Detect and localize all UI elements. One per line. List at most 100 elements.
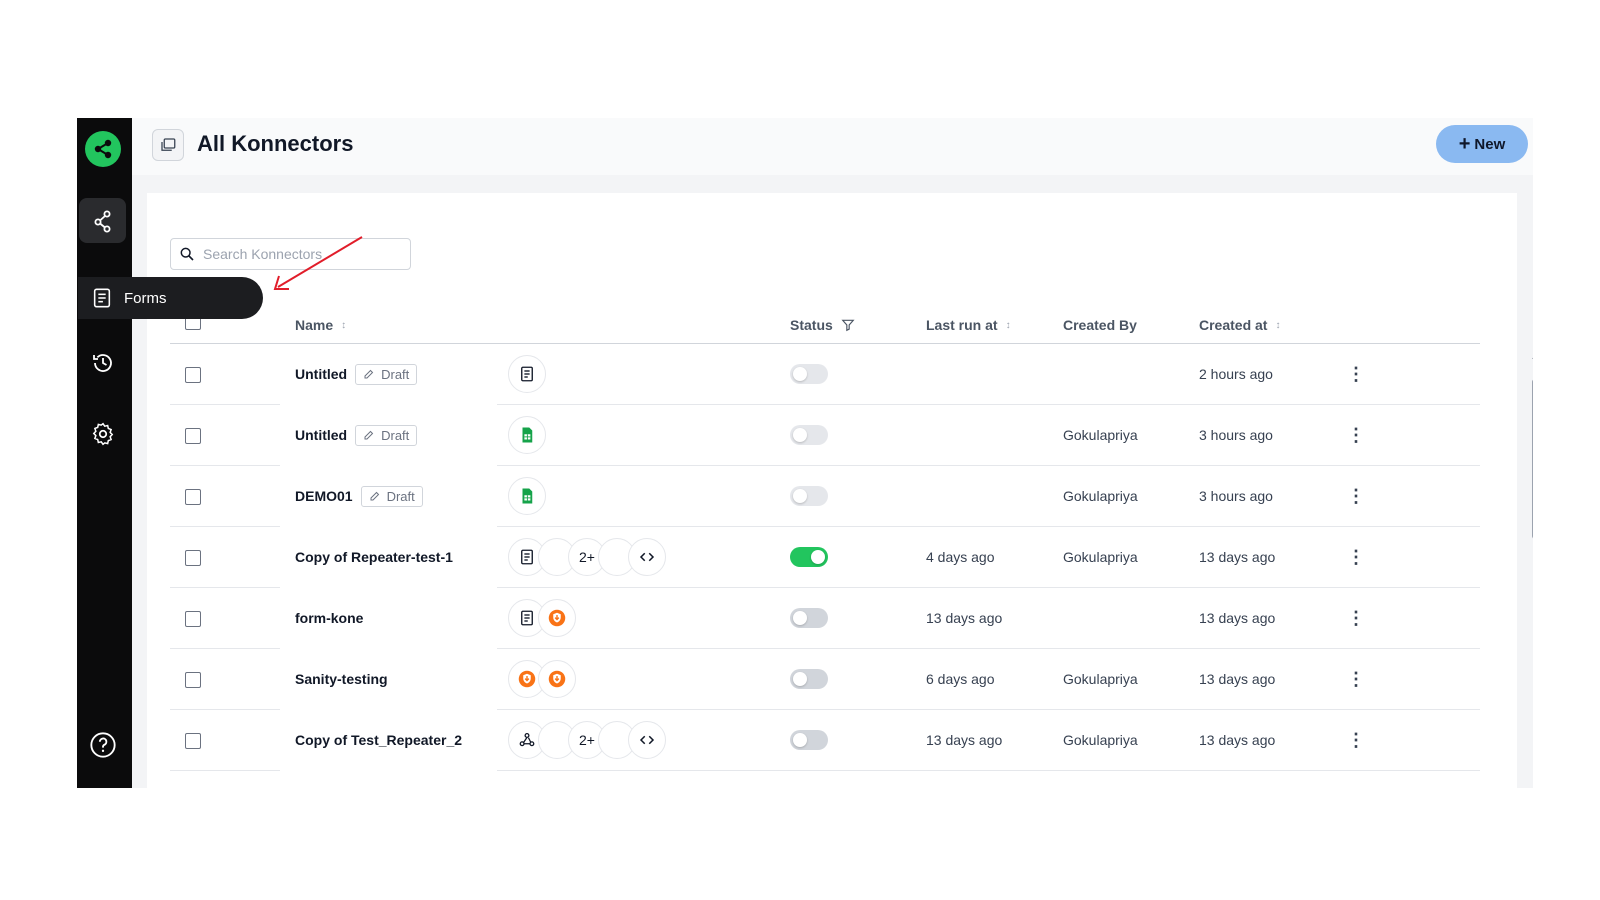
new-button[interactable]: + New bbox=[1436, 125, 1528, 163]
status-toggle[interactable] bbox=[790, 425, 828, 445]
draft-badge[interactable]: Draft bbox=[355, 363, 418, 385]
status-cell bbox=[790, 649, 828, 709]
row-checkbox[interactable] bbox=[185, 672, 201, 688]
status-toggle[interactable] bbox=[790, 364, 828, 384]
edit-icon bbox=[364, 369, 374, 379]
history-icon bbox=[92, 353, 112, 372]
table-row[interactable]: Copy of Test_Repeater_2 2+ 13 days ago G… bbox=[170, 710, 1480, 771]
edit-icon bbox=[370, 491, 379, 501]
konnector-name: DEMO01 bbox=[295, 488, 353, 504]
toggle-knob bbox=[793, 428, 807, 442]
draft-badge[interactable]: Draft bbox=[355, 424, 418, 446]
folder-toggle-button[interactable] bbox=[152, 129, 184, 161]
row-menu-icon[interactable]: ⋮ bbox=[1347, 588, 1365, 648]
column-last-run-label: Last run at bbox=[926, 317, 998, 333]
search-icon bbox=[180, 247, 194, 261]
search-box bbox=[170, 238, 411, 270]
app-icons-cell bbox=[508, 466, 546, 526]
status-toggle[interactable] bbox=[790, 608, 828, 628]
column-last-run[interactable]: Last run at ↕ bbox=[926, 317, 1011, 333]
code-icon bbox=[639, 735, 655, 745]
nav-forms-tooltip[interactable]: Forms bbox=[78, 277, 263, 319]
konnector-name: Copy of Repeater-test-1 bbox=[295, 549, 453, 565]
vertical-scrollbar[interactable]: ▲ ▼ bbox=[1530, 351, 1533, 788]
app-icon bbox=[508, 355, 546, 393]
status-toggle[interactable] bbox=[790, 669, 828, 689]
nav-konnectors[interactable] bbox=[79, 198, 126, 243]
toggle-knob bbox=[793, 672, 807, 686]
form-doc-icon bbox=[521, 610, 533, 626]
konnector-name-cell[interactable]: form-kone bbox=[295, 588, 363, 648]
main-content: Name ↕ Status Last run at ↕ Created By C… bbox=[147, 193, 1533, 788]
nav-settings[interactable] bbox=[79, 411, 126, 456]
created-by-cell: Gokulapriya bbox=[1063, 732, 1138, 748]
row-menu-icon[interactable]: ⋮ bbox=[1347, 710, 1365, 770]
row-menu-icon[interactable]: ⋮ bbox=[1347, 344, 1365, 404]
last-run-cell: 4 days ago bbox=[926, 549, 995, 565]
help-icon bbox=[89, 731, 116, 758]
sidebar bbox=[77, 118, 132, 788]
row-menu-icon[interactable]: ⋮ bbox=[1347, 527, 1365, 587]
created-at-cell: 13 days ago bbox=[1199, 732, 1276, 748]
app-window: Forms All Konnectors + New G bbox=[77, 118, 1533, 788]
column-created-at[interactable]: Created at ↕ bbox=[1199, 317, 1280, 333]
konnector-name-cell[interactable]: DEMO01 Draft bbox=[295, 466, 423, 526]
status-toggle[interactable] bbox=[790, 730, 828, 750]
app-logo[interactable] bbox=[85, 131, 121, 167]
edit-icon bbox=[364, 430, 374, 440]
search-input[interactable] bbox=[203, 246, 403, 262]
column-created-at-label: Created at bbox=[1199, 317, 1268, 333]
row-checkbox[interactable] bbox=[185, 489, 201, 505]
scroll-up-icon[interactable]: ▲ bbox=[1530, 351, 1533, 361]
app-icons bbox=[508, 477, 546, 515]
column-name-label: Name bbox=[295, 317, 334, 333]
created-by-cell: Gokulapriya bbox=[1063, 488, 1138, 504]
status-cell bbox=[790, 466, 828, 526]
status-cell bbox=[790, 710, 828, 770]
column-name[interactable]: Name ↕ bbox=[295, 317, 346, 333]
app-icons bbox=[508, 416, 546, 454]
created-by-cell: Gokulapriya bbox=[1063, 549, 1138, 565]
row-checkbox[interactable] bbox=[185, 428, 201, 444]
toggle-knob bbox=[793, 611, 807, 625]
top-header: All Konnectors + New G bbox=[132, 118, 1533, 175]
column-status[interactable]: Status bbox=[790, 317, 855, 333]
konnector-name-cell[interactable]: Copy of Test_Repeater_2 bbox=[295, 710, 462, 770]
konnector-name-cell[interactable]: Untitled Draft bbox=[295, 405, 418, 465]
app-icon bbox=[628, 538, 666, 576]
table-row[interactable]: Untitled Draft Gokulapriya 3 hours ago ⋮ bbox=[170, 405, 1480, 466]
nav-help[interactable] bbox=[79, 722, 126, 767]
row-menu-icon[interactable]: ⋮ bbox=[1347, 649, 1365, 709]
konnector-name-cell[interactable]: Untitled Draft bbox=[295, 344, 418, 404]
row-checkbox[interactable] bbox=[185, 611, 201, 627]
draft-label: Draft bbox=[381, 427, 410, 443]
konnector-name: Untitled bbox=[295, 366, 348, 382]
row-checkbox[interactable] bbox=[185, 367, 201, 383]
status-toggle[interactable] bbox=[790, 486, 828, 506]
status-cell bbox=[790, 527, 828, 587]
app-icons bbox=[508, 355, 546, 393]
orange-shield-icon bbox=[548, 670, 566, 688]
table-row[interactable]: Copy of Repeater-test-1 2+ 4 days ago Go… bbox=[170, 527, 1480, 588]
scroll-thumb[interactable] bbox=[1532, 379, 1533, 539]
draft-badge[interactable]: Draft bbox=[360, 485, 423, 507]
app-icons-cell bbox=[508, 649, 576, 709]
table-row[interactable]: DEMO01 Draft Gokulapriya 3 hours ago ⋮ bbox=[170, 466, 1480, 527]
row-menu-icon[interactable]: ⋮ bbox=[1347, 466, 1365, 526]
nav-history[interactable] bbox=[79, 340, 126, 385]
table-row[interactable]: form-kone 13 days ago 13 days ago ⋮ bbox=[170, 588, 1480, 649]
row-checkbox[interactable] bbox=[185, 550, 201, 566]
status-cell bbox=[790, 405, 828, 465]
status-toggle[interactable] bbox=[790, 547, 828, 567]
app-icon bbox=[538, 660, 576, 698]
konnector-name: Sanity-testing bbox=[295, 671, 388, 687]
status-cell bbox=[790, 344, 828, 404]
row-checkbox[interactable] bbox=[185, 733, 201, 749]
table-row[interactable]: Sanity-testing 6 days ago Gokulapriya 13… bbox=[170, 649, 1480, 710]
status-cell bbox=[790, 588, 828, 648]
konnector-name-cell[interactable]: Sanity-testing bbox=[295, 649, 388, 709]
table-row[interactable]: Untitled Draft 2 hours ago ⋮ bbox=[170, 344, 1480, 405]
code-icon bbox=[639, 552, 655, 562]
konnector-name-cell[interactable]: Copy of Repeater-test-1 bbox=[295, 527, 453, 587]
row-menu-icon[interactable]: ⋮ bbox=[1347, 405, 1365, 465]
